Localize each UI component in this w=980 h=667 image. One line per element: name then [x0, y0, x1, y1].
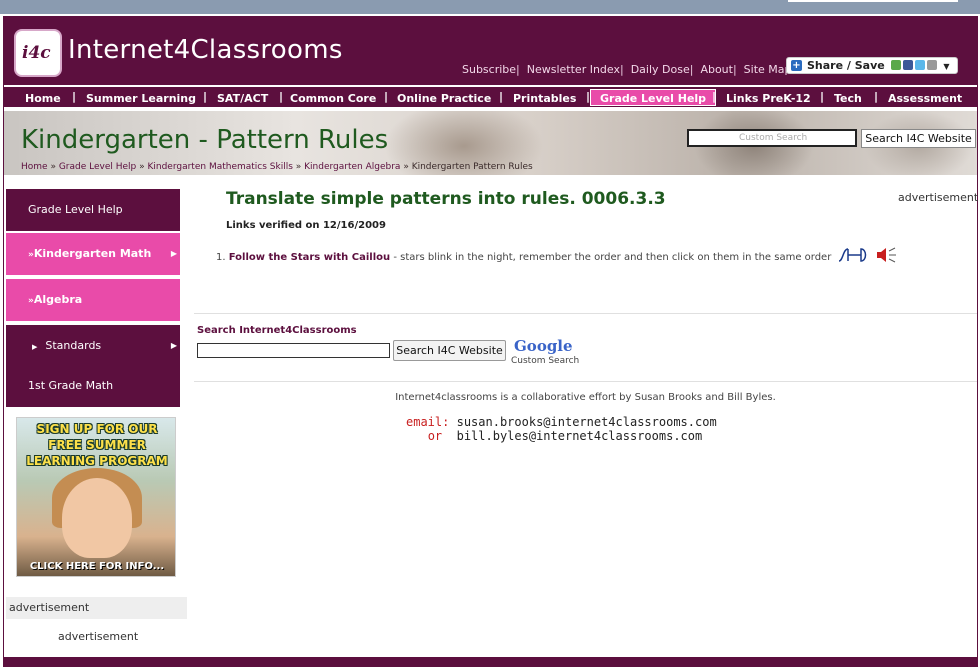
promo-line: LEARNING PROGRAM [26, 454, 168, 468]
breadcrumb-current: Kindergarten Pattern Rules [411, 162, 533, 172]
email-label: email: [406, 415, 450, 429]
sidebar-item-label: Algebra [33, 293, 83, 306]
sidebar-item-1st-grade-math[interactable]: 1st Grade Math [6, 365, 180, 407]
sidebar-ad-label: advertisement [6, 597, 187, 619]
nav-separator: | [203, 90, 208, 103]
nav-common-core[interactable]: Common Core [290, 90, 376, 107]
list-item: 1. Follow the Stars with Caillou - stars… [216, 245, 909, 265]
promo-cta: CLICK HERE FOR INFO... [29, 561, 165, 572]
divider [194, 381, 977, 382]
nav-separator: | [712, 90, 717, 103]
logo-text: Internet4Classrooms [68, 35, 343, 65]
resource-link[interactable]: Follow the Stars with Caillou [229, 252, 390, 263]
nav-separator: | [820, 90, 825, 103]
divider [194, 313, 977, 314]
page-title: Kindergarten - Pattern Rules [21, 125, 389, 155]
sidebar-item-algebra[interactable]: »Algebra [6, 279, 180, 321]
top-link-about[interactable]: About [700, 63, 733, 76]
share-label: Share / Save [807, 59, 885, 72]
share-save-button[interactable]: + Share / Save ▼ [786, 57, 958, 74]
scroll-thumb[interactable] [788, 0, 958, 2]
nav-grade-level-help[interactable]: Grade Level Help [590, 89, 717, 106]
chevron-right-icon: ▶ [170, 341, 177, 350]
sidebar-item-grade-level-help[interactable]: Grade Level Help [6, 189, 180, 231]
site-search-button[interactable]: Search I4C Website [393, 340, 506, 361]
chevron-down-icon: ▼ [943, 62, 950, 71]
main-nav: Home | Summer Learning | SAT/ACT | Commo… [4, 85, 977, 109]
breadcrumb-k-math-skills[interactable]: Kindergarten Mathematics Skills [147, 162, 292, 172]
sound-icon [838, 247, 896, 263]
google-logo: Google [514, 337, 573, 355]
breadcrumb-home[interactable]: Home [21, 162, 48, 172]
top-link-subscribe[interactable]: Subscribe [462, 63, 516, 76]
site-search-input[interactable] [197, 343, 390, 358]
page-banner: Kindergarten - Pattern Rules Home » Grad… [4, 111, 977, 175]
google-custom-search-label: Custom Search [511, 356, 580, 366]
chevron-right-icon: ▶ [170, 249, 177, 258]
breadcrumb-k-algebra[interactable]: Kindergarten Algebra [304, 162, 400, 172]
top-link-daily-dose[interactable]: Daily Dose [631, 63, 690, 76]
header-search-button[interactable]: Search I4C Website [861, 129, 976, 148]
top-link-site-map[interactable]: Site Map [744, 63, 792, 76]
email-share-icon [890, 60, 901, 70]
footer-nav-bar [4, 657, 977, 667]
promo-line: FREE SUMMER [48, 438, 146, 452]
site-logo[interactable]: i4c Internet4Classrooms [8, 25, 342, 79]
top-link-newsletter[interactable]: Newsletter Index [527, 63, 620, 76]
nav-separator: | [384, 90, 389, 103]
summer-learning-promo[interactable]: SIGN UP FOR OUR FREE SUMMER LEARNING PRO… [16, 417, 176, 577]
nav-separator: | [279, 90, 284, 103]
nav-sat-act[interactable]: SAT/ACT [217, 90, 268, 107]
promo-photo [62, 478, 132, 558]
email-link-bill[interactable]: bill.byles@internet4classrooms.com [457, 429, 703, 443]
search-placeholder: Custom Search [739, 133, 808, 143]
nav-links-prek-12[interactable]: Links PreK-12 [726, 90, 811, 107]
nav-printables[interactable]: Printables [513, 90, 576, 107]
nav-tech[interactable]: Tech [834, 90, 862, 107]
google-logo-text: Google [514, 337, 573, 355]
search-title: Search Internet4Classrooms [197, 325, 357, 336]
logo-badge-text: i4c [22, 43, 51, 63]
sidebar-item-label: 1st Grade Math [28, 379, 114, 392]
sidebar-item-label: Grade Level Help [28, 203, 123, 216]
breadcrumb: Home » Grade Level Help » Kindergarten M… [21, 162, 533, 172]
promo-line: SIGN UP FOR OUR [36, 422, 158, 436]
nav-online-practice[interactable]: Online Practice [397, 90, 491, 107]
site-header: i4c Internet4Classrooms Subscribe| Newsl… [4, 17, 977, 85]
facebook-icon [902, 60, 913, 70]
browser-top-strip [0, 0, 980, 14]
nav-separator: | [874, 90, 879, 103]
contact-block: email: susan.brooks@internet4classrooms.… [406, 415, 717, 443]
logo-badge-icon: i4c [14, 29, 62, 77]
sidebar-item-kindergarten-math[interactable]: »Kindergarten Math ▶ [6, 233, 180, 275]
list-number: 1. [216, 252, 226, 263]
more-icon [926, 60, 937, 70]
nav-home[interactable]: Home [25, 90, 61, 107]
or-label: or [427, 429, 443, 443]
main-ad-label: advertisement [898, 191, 979, 204]
sidebar-item-label: Standards [45, 339, 102, 352]
sidebar-item-label: Kindergarten Math [33, 247, 152, 260]
resource-description: - stars blink in the night, remember the… [390, 252, 832, 263]
page-frame: i4c Internet4Classrooms Subscribe| Newsl… [3, 16, 978, 667]
nav-summer-learning[interactable]: Summer Learning [86, 90, 196, 107]
email-link-susan[interactable]: susan.brooks@internet4classrooms.com [457, 415, 717, 429]
verified-date: Links verified on 12/16/2009 [226, 220, 386, 231]
top-links: Subscribe| Newsletter Index| Daily Dose|… [462, 63, 792, 76]
nav-separator: | [499, 90, 504, 103]
sidebar-item-standards[interactable]: ▶ Standards ▶ [6, 325, 180, 367]
breadcrumb-grade-level-help[interactable]: Grade Level Help [59, 162, 136, 172]
plus-icon: + [791, 60, 802, 71]
nav-separator: | [72, 90, 77, 103]
twitter-icon [914, 60, 925, 70]
header-search-input[interactable]: Custom Search [687, 129, 857, 147]
credits-note: Internet4classrooms is a collaborative e… [395, 392, 776, 403]
main-heading: Translate simple patterns into rules. 00… [226, 189, 666, 209]
bullet-icon: ▶ [32, 343, 38, 351]
sidebar-ad-label-2: advertisement [58, 630, 139, 643]
nav-assessment[interactable]: Assessment [888, 90, 962, 107]
